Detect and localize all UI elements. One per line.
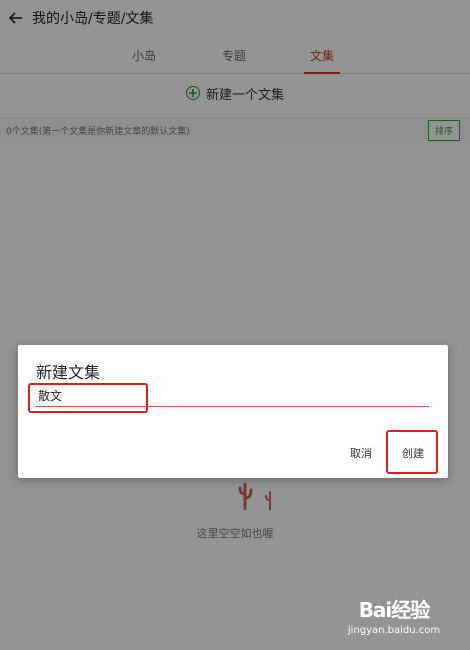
new-collection-dialog: 新建文集 取消 创建	[18, 345, 448, 478]
watermark-logo: Bai经验	[358, 598, 431, 622]
dialog-title: 新建文集	[36, 363, 101, 382]
modal-backdrop[interactable]	[0, 0, 470, 650]
baidu-watermark: Bai经验 jingyan.baidu.com	[344, 594, 444, 636]
create-button[interactable]: 创建	[402, 445, 424, 461]
watermark-url: jingyan.baidu.com	[347, 625, 441, 636]
cancel-button[interactable]: 取消	[350, 445, 372, 461]
collection-name-input[interactable]	[36, 385, 429, 407]
